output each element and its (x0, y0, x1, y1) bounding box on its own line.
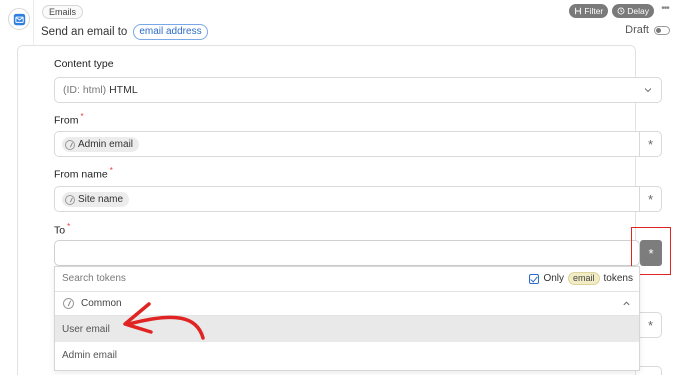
content-type-label-text: Content type (54, 58, 114, 70)
filter-icon (575, 7, 582, 15)
only-label: Only (543, 273, 565, 284)
to-field[interactable] (54, 240, 640, 266)
from-name-token-picker-button[interactable]: * (639, 187, 661, 211)
envelope-icon (13, 13, 25, 25)
from-name-token-label: Site name (78, 194, 124, 205)
delay-label: Delay (627, 6, 649, 16)
token-group-icon (63, 298, 74, 309)
from-token[interactable]: Admin email (62, 137, 140, 152)
draft-toggle-group: Draft (625, 24, 670, 36)
delay-button[interactable]: Delay (612, 4, 654, 18)
email-app-icon (8, 8, 30, 30)
step-subtitle: Send an email to email address (41, 24, 208, 40)
from-token-picker-button[interactable]: * (639, 132, 661, 156)
draft-toggle[interactable] (654, 25, 670, 35)
from-token-label: Admin email (78, 139, 134, 150)
more-options-icon[interactable]: ••• (658, 4, 672, 18)
content-type-selected: HTML (109, 84, 138, 96)
clock-icon (617, 7, 625, 15)
draft-label: Draft (625, 24, 649, 36)
token-icon (65, 194, 75, 205)
hidden-field-edge (640, 366, 662, 375)
from-name-label-text: From name (54, 168, 108, 181)
token-search-input[interactable]: Search tokens (62, 273, 126, 284)
step-actions: Filter Delay ••• (569, 4, 672, 18)
to-label-text: To (54, 224, 66, 237)
token-option-admin-email[interactable]: Admin email (55, 342, 639, 368)
content-type-label: Content type (54, 58, 114, 70)
from-field[interactable]: Admin email * (54, 131, 662, 157)
chevron-down-icon (644, 88, 652, 93)
content-type-value: (ID: html) HTML (63, 84, 138, 96)
filter-button[interactable]: Filter (569, 4, 609, 18)
email-address-chip[interactable]: email address (133, 24, 208, 40)
to-label: To * (54, 222, 70, 237)
from-name-field[interactable]: Site name * (54, 186, 662, 212)
from-name-required-mark: * (109, 166, 113, 175)
token-search-row: Search tokens Only email tokens (55, 267, 639, 292)
from-name-token[interactable]: Site name (62, 192, 130, 207)
tokens-label: tokens (603, 273, 633, 284)
subtitle-text: Send an email to (41, 26, 128, 38)
content-type-id-hint: (ID: html) (63, 84, 107, 96)
from-label: From * (54, 112, 84, 127)
hidden-field-token-picker-button[interactable]: * (640, 312, 662, 338)
chevron-up-icon (623, 301, 630, 306)
filter-label: Filter (584, 6, 604, 16)
token-icon (65, 139, 75, 150)
page: Emails Filter Delay ••• Send an email to… (0, 0, 680, 375)
from-required-mark: * (80, 112, 84, 121)
only-email-filter[interactable]: Only email tokens (529, 272, 633, 285)
step-label: Emails (42, 5, 84, 19)
content-type-select[interactable]: (ID: html) HTML (54, 77, 662, 103)
email-type-chip: email (568, 272, 600, 285)
from-label-text: From (54, 114, 79, 127)
only-email-checkbox[interactable] (529, 273, 540, 284)
arrow-annotation (123, 302, 205, 340)
to-required-mark: * (67, 222, 71, 231)
from-name-label: From name * (54, 166, 113, 181)
